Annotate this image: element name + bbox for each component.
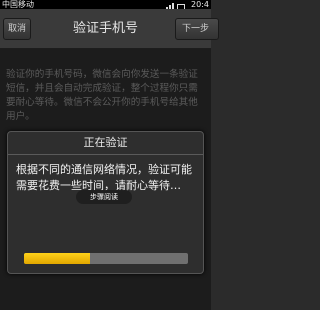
progress-bar-fill: [24, 253, 90, 264]
signal-icon: [166, 1, 185, 10]
watermark-badge: 步骤阅读: [76, 190, 132, 204]
progress-bar: [24, 253, 188, 264]
page-title: 验证手机号: [72, 21, 138, 36]
cancel-button[interactable]: 取消: [3, 18, 31, 40]
dialog-title: 正在验证: [83, 136, 128, 149]
dialog-divider: [8, 154, 203, 155]
title-bar: 取消 验证手机号 下一步: [0, 9, 219, 49]
status-time: 20:4: [191, 0, 209, 9]
carrier-label: 中国移动: [2, 0, 34, 9]
status-bar: 中国移动 20:4: [0, 0, 211, 10]
next-button[interactable]: 下一步: [175, 18, 219, 40]
